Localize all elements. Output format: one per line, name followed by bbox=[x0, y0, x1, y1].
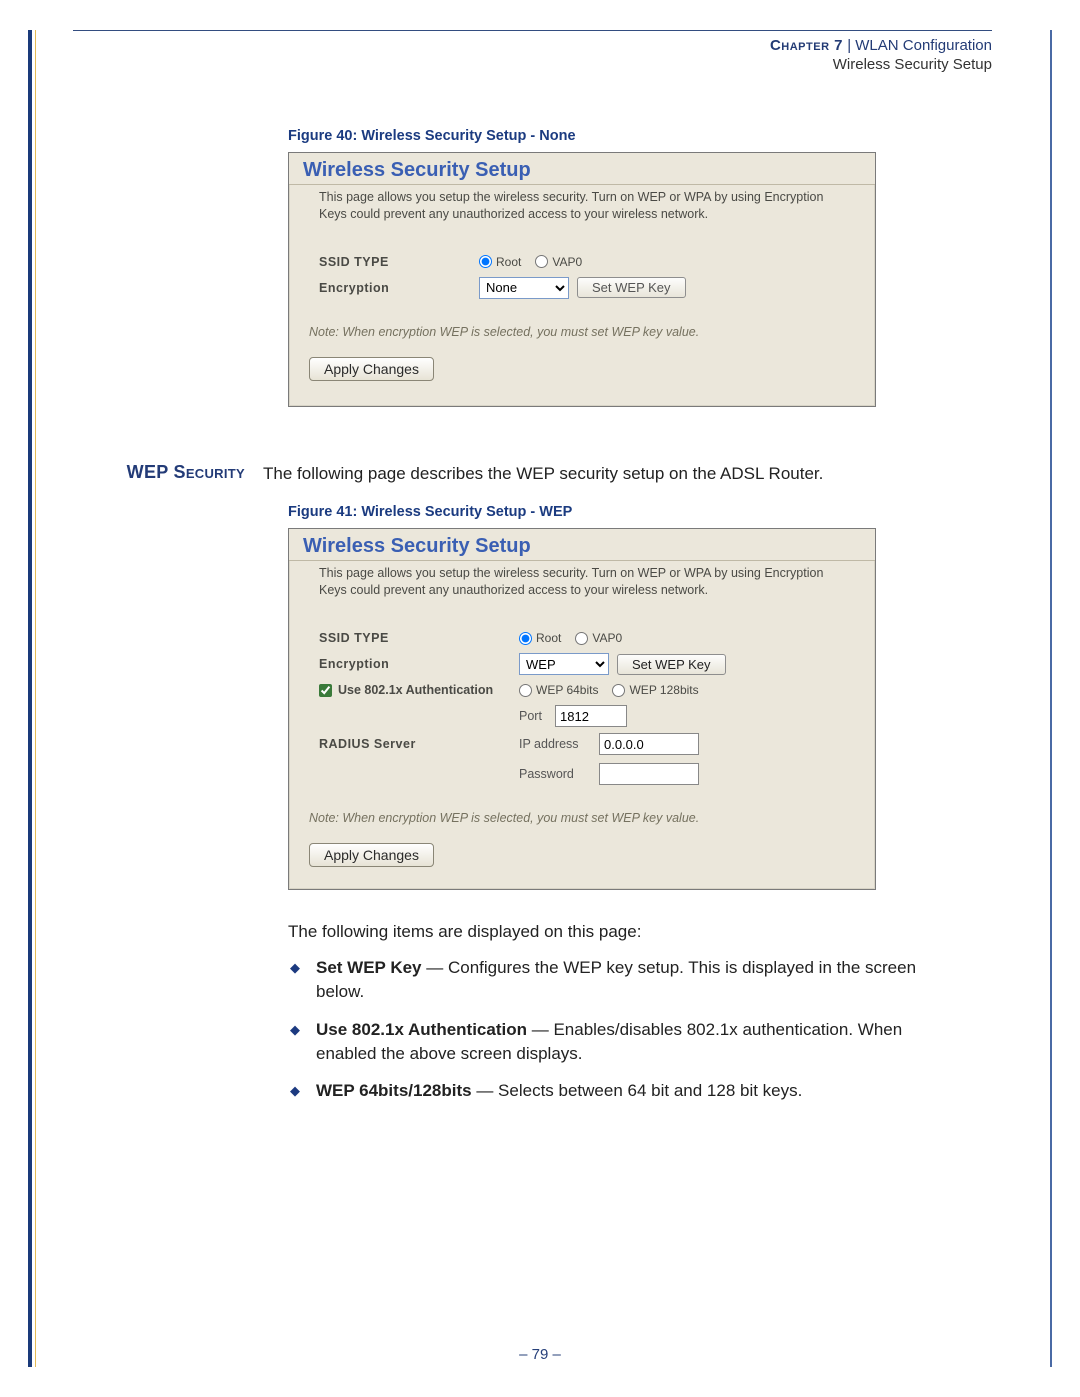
document-page: Chapter 7 | WLAN Configuration Wireless … bbox=[0, 0, 1080, 1397]
ssid-root-radio[interactable]: Root bbox=[479, 255, 521, 269]
figure41-title: Wireless Security Setup bbox=[289, 529, 875, 561]
ssid-vap0-radio-input[interactable] bbox=[535, 255, 548, 268]
set-wep-key-button-2[interactable]: Set WEP Key bbox=[617, 654, 726, 675]
header-sep: | bbox=[843, 37, 855, 54]
ssid-vap0-radio-2[interactable]: VAP0 bbox=[575, 631, 622, 645]
wep64-radio-input[interactable] bbox=[519, 684, 532, 697]
list-item: Set WEP Key — Configures the WEP key set… bbox=[288, 956, 952, 1004]
ssid-root-radio-input-2[interactable] bbox=[519, 632, 532, 645]
header-subtitle: Wireless Security Setup bbox=[73, 56, 992, 73]
port-input[interactable] bbox=[555, 705, 627, 727]
item-term: WEP 64bits/128bits bbox=[316, 1081, 472, 1100]
password-label: Password bbox=[519, 767, 599, 781]
item-term: Set WEP Key bbox=[316, 958, 422, 977]
ssid-root-label: Root bbox=[496, 255, 521, 269]
ssid-type-label-2: SSID TYPE bbox=[319, 631, 519, 645]
chapter-title: WLAN Configuration bbox=[855, 37, 992, 54]
page-header: Chapter 7 | WLAN Configuration Wireless … bbox=[73, 37, 992, 73]
list-item: WEP 64bits/128bits — Selects between 64 … bbox=[288, 1079, 952, 1103]
left-margin-rule bbox=[28, 30, 36, 1367]
wep-security-heading: WEP Security bbox=[73, 462, 263, 483]
encryption-select[interactable]: None bbox=[479, 277, 569, 299]
use-8021x-label: Use 802.1x Authentication bbox=[338, 683, 493, 697]
right-margin-rule bbox=[1050, 30, 1052, 1367]
items-list: Set WEP Key — Configures the WEP key set… bbox=[288, 956, 952, 1103]
figure40-title: Wireless Security Setup bbox=[289, 153, 875, 185]
ssid-root-radio-2[interactable]: Root bbox=[519, 631, 561, 645]
list-item: Use 802.1x Authentication — Enables/disa… bbox=[288, 1018, 952, 1066]
figure41-form: SSID TYPE Root VAP0 Encryption WEP Set W… bbox=[289, 609, 875, 785]
header-rule bbox=[73, 30, 992, 31]
apply-changes-button-2[interactable]: Apply Changes bbox=[309, 843, 434, 867]
figure41-caption: Figure 41: Wireless Security Setup - WEP bbox=[288, 504, 992, 520]
wep64-label: WEP 64bits bbox=[536, 683, 598, 697]
items-intro: The following items are displayed on thi… bbox=[288, 922, 992, 942]
figure41-desc: This page allows you setup the wireless … bbox=[289, 561, 875, 609]
radius-server-label: RADIUS Server bbox=[319, 737, 519, 751]
figure40-desc: This page allows you setup the wireless … bbox=[289, 185, 875, 233]
use-8021x-checkbox-input[interactable] bbox=[319, 684, 332, 697]
ssid-root-radio-input[interactable] bbox=[479, 255, 492, 268]
item-rest: — Selects between 64 bit and 128 bit key… bbox=[472, 1081, 803, 1100]
figure40-panel: Wireless Security Setup This page allows… bbox=[288, 152, 876, 407]
ssid-vap0-label-2: VAP0 bbox=[592, 631, 622, 645]
figure40-note: Note: When encryption WEP is selected, y… bbox=[289, 307, 875, 345]
encryption-select-2[interactable]: WEP bbox=[519, 653, 609, 675]
wep128-radio-input[interactable] bbox=[612, 684, 625, 697]
port-label: Port bbox=[519, 709, 555, 723]
item-term: Use 802.1x Authentication bbox=[316, 1020, 527, 1039]
wep128-radio[interactable]: WEP 128bits bbox=[612, 683, 698, 697]
figure41-note: Note: When encryption WEP is selected, y… bbox=[289, 793, 875, 831]
wep-security-section: WEP Security The following page describe… bbox=[73, 462, 992, 487]
figure40-form: SSID TYPE Root VAP0 Encryption None Set … bbox=[289, 233, 875, 299]
wep128-label: WEP 128bits bbox=[629, 683, 698, 697]
figure41-panel: Wireless Security Setup This page allows… bbox=[288, 528, 876, 890]
password-input[interactable] bbox=[599, 763, 699, 785]
apply-changes-button[interactable]: Apply Changes bbox=[309, 357, 434, 381]
chapter-label: Chapter 7 bbox=[770, 37, 843, 54]
encryption-label: Encryption bbox=[319, 281, 479, 295]
ssid-type-label: SSID TYPE bbox=[319, 255, 479, 269]
ip-address-label: IP address bbox=[519, 737, 599, 751]
encryption-label-2: Encryption bbox=[319, 657, 519, 671]
page-number: – 79 – bbox=[28, 1346, 1052, 1363]
ip-address-input[interactable] bbox=[599, 733, 699, 755]
ssid-vap0-radio[interactable]: VAP0 bbox=[535, 255, 582, 269]
figure40-caption: Figure 40: Wireless Security Setup - Non… bbox=[288, 128, 992, 144]
wep64-radio[interactable]: WEP 64bits bbox=[519, 683, 598, 697]
ssid-vap0-label: VAP0 bbox=[552, 255, 582, 269]
wep-security-intro: The following page describes the WEP sec… bbox=[263, 462, 823, 487]
set-wep-key-button[interactable]: Set WEP Key bbox=[577, 277, 686, 298]
use-8021x-checkbox[interactable]: Use 802.1x Authentication bbox=[319, 683, 519, 697]
ssid-root-label-2: Root bbox=[536, 631, 561, 645]
ssid-vap0-radio-input-2[interactable] bbox=[575, 632, 588, 645]
